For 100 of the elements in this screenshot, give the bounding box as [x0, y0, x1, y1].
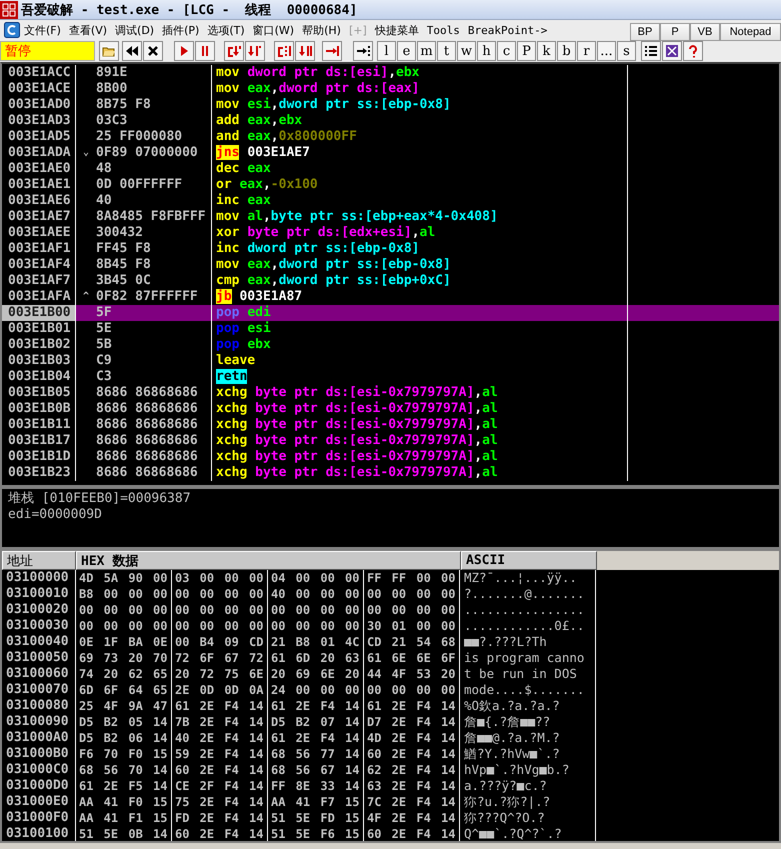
column-header[interactable]: HEX 数据: [76, 551, 461, 570]
toolbar-button[interactable]: P: [517, 41, 536, 61]
hex-cell: 00 00 00 00: [271, 619, 360, 633]
goto-arrow-icon: [356, 44, 370, 58]
hex-cell: F6 70 F0 15: [79, 747, 168, 761]
instruction-cell: mov esi,dword ptr ss:[ebp-0x8]: [216, 97, 451, 112]
address-cell: 03100040: [6, 634, 69, 649]
hex-cell: 24 00 00 00: [271, 683, 360, 697]
toolbar-button[interactable]: b: [557, 41, 576, 61]
column-header[interactable]: 地址: [2, 551, 76, 570]
toolbar-button[interactable]: s: [617, 41, 636, 61]
menu-item[interactable]: 查看(V): [64, 22, 112, 38]
hex-cell: FF 8E 33 14: [271, 779, 360, 793]
menu-item[interactable]: BreakPoint->: [464, 24, 552, 36]
instruction-cell: xchg byte ptr ds:[esi-0x7979797A],al: [216, 433, 498, 448]
hex-cell: 68 56 67 14: [271, 763, 360, 777]
hex-cell: 60 2E F4 14: [367, 827, 456, 841]
toolbar-button[interactable]: [122, 41, 142, 61]
quick-button[interactable]: VB: [690, 23, 720, 41]
menu-item[interactable]: 窗口(W): [248, 22, 298, 38]
toolbar-button[interactable]: l: [377, 41, 396, 61]
hex-cell: 61 2E F4 14: [175, 699, 264, 713]
hex-cell: 00 00 00 00: [271, 603, 360, 617]
code-row[interactable]: 003E1B00 5F pop edi: [2, 305, 779, 321]
menu-item[interactable]: 调试(D): [111, 22, 158, 38]
instruction-cell: and eax,0x800000FF: [216, 129, 357, 144]
toolbar-button[interactable]: c: [497, 41, 516, 61]
menu-item[interactable]: 快捷菜单: [370, 22, 423, 38]
help-icon: [686, 44, 700, 58]
address-cell: 03100020: [6, 602, 69, 617]
ascii-cell: a.???ÿ?■c.?: [464, 778, 547, 793]
hex-cell: 60 2E F4 14: [367, 747, 456, 761]
hex-cell: 68 56 70 14: [79, 763, 168, 777]
toolbar-button[interactable]: m: [417, 41, 436, 61]
quick-button[interactable]: Notepad: [720, 23, 781, 41]
info-line: edi=0000009D: [8, 507, 102, 523]
hex-cell: 68 56 77 14: [271, 747, 360, 761]
toolbar-button[interactable]: [662, 41, 682, 61]
toolbar-button[interactable]: h: [477, 41, 496, 61]
step-over-icon: [248, 44, 262, 58]
menu-item[interactable]: Tools: [422, 24, 464, 36]
toolbar-button[interactable]: r: [577, 41, 596, 61]
hex-cell: 5F: [96, 305, 112, 320]
instruction-cell: xchg byte ptr ds:[esi-0x7979797A],al: [216, 417, 498, 432]
hex-cell: 20 69 6E 20: [271, 667, 360, 681]
hex-cell: 51 5E FD 15: [271, 811, 360, 825]
hex-cell: 03 00 00 00: [175, 571, 264, 585]
hex-cell: 04 00 00 00: [271, 571, 360, 585]
instruction-cell: or eax,-0x100: [216, 177, 318, 192]
app-c-icon[interactable]: [4, 22, 20, 38]
hex-cell: 00 00 00 00: [175, 587, 264, 601]
hex-cell: 63 2E F4 14: [367, 779, 456, 793]
hex-cell: AA 41 F0 15: [79, 795, 168, 809]
toolbar-button[interactable]: ...: [597, 41, 616, 61]
menu-item[interactable]: 选项(T): [203, 22, 249, 38]
menu-item[interactable]: 文件(F): [20, 22, 65, 38]
list-icon: [644, 44, 658, 58]
hex-cell: 8686 86868686: [96, 385, 198, 400]
instruction-cell: jns 003E1AE7: [216, 145, 310, 160]
quick-button[interactable]: BP: [630, 23, 660, 41]
hex-cell: D7 2E F4 14: [367, 715, 456, 729]
app-logo-icon: [0, 0, 18, 18]
hex-cell: 60 2E F4 14: [175, 763, 264, 777]
hex-cell: 7B 2E F4 14: [175, 715, 264, 729]
hex-cell: 20 72 75 6E: [175, 667, 264, 681]
instruction-cell: pop esi: [216, 321, 271, 336]
hex-cell: 40 2E F4 14: [175, 731, 264, 745]
hex-cell: 8686 86868686: [96, 465, 198, 480]
quick-button[interactable]: P: [660, 23, 690, 41]
hex-cell: 40 00 00 00: [271, 587, 360, 601]
hex-cell: C9: [96, 353, 112, 368]
ascii-cell: %O欽a.?a.?a.?: [464, 698, 560, 713]
address-cell: 03100050: [6, 650, 69, 665]
hex-cell: 5B: [96, 337, 112, 352]
menu-item[interactable]: 插件(P): [158, 22, 204, 38]
toolbar-button[interactable]: [641, 41, 661, 61]
toolbar-button[interactable]: t: [437, 41, 456, 61]
instruction-cell: jb 003E1A87: [216, 289, 302, 304]
hex-cell: D5 B2 05 14: [79, 715, 168, 729]
hex-cell: 7C 2E F4 14: [367, 795, 456, 809]
address-cell: 031000A0: [6, 730, 69, 745]
hex-cell: 60 2E F4 14: [175, 827, 264, 841]
hex-cell: 8B00: [96, 81, 128, 96]
toolbar-button[interactable]: [143, 41, 163, 61]
toolbar-button[interactable]: w: [457, 41, 476, 61]
hex-cell: 72 6F 67 72: [175, 651, 264, 665]
toolbar-button[interactable]: [353, 41, 373, 61]
hex-cell: 61 2E F4 14: [271, 731, 360, 745]
hex-cell: 8A8485 F8FBFFF: [96, 209, 206, 224]
toolbar-button[interactable]: k: [537, 41, 556, 61]
column-header[interactable]: ASCII: [461, 551, 597, 570]
instruction-cell: mov eax,dword ptr ds:[eax]: [216, 81, 420, 96]
address-cell: 031000F0: [6, 810, 69, 825]
menu-item[interactable]: 帮助(H): [298, 22, 345, 38]
toolbar-button[interactable]: e: [397, 41, 416, 61]
ascii-cell: 詹■{.?詹■■??: [464, 714, 550, 729]
hex-cell: 25 4F 9A 47: [79, 699, 168, 713]
address-cell: 031000C0: [6, 762, 69, 777]
rewind-icon: [125, 44, 139, 58]
hex-cell: 00 B4 09 CD: [175, 635, 264, 649]
